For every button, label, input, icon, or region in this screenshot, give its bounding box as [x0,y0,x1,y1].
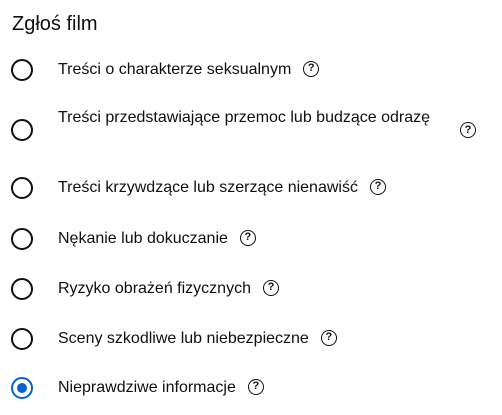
question-circle-icon[interactable]: ? [369,178,386,195]
radio-selected-dot [17,383,27,393]
option-label: Nękanie lub dokuczanie? [58,227,256,251]
question-circle-icon[interactable]: ? [460,122,476,138]
option-label: Treści przedstawiające przemoc lub budzą… [58,109,431,126]
question-circle-icon[interactable]: ? [262,279,279,296]
option-label-text: Treści krzywdzące lub szerzące nienawiść [58,179,358,196]
option-label: Treści krzywdzące lub szerzące nienawiść… [58,176,386,200]
report-option-physical-harm[interactable]: Ryzyko obrażeń fizycznych? [0,265,502,315]
report-option-harmful-dangerous[interactable]: Sceny szkodliwe lub niebezpieczne? [0,315,502,365]
option-label: Ryzyko obrażeń fizycznych? [58,277,279,301]
report-option-sexual-content[interactable]: Treści o charakterze seksualnym? [0,45,502,95]
radio-button[interactable] [11,177,33,199]
radio-button[interactable] [11,119,33,141]
radio-button-selected[interactable] [11,377,33,399]
report-option-violent-content[interactable]: Treści przedstawiające przemoc lub budzą… [0,95,502,165]
report-option-harassment[interactable]: Nękanie lub dokuczanie? [0,215,502,265]
option-label-text: Sceny szkodliwe lub niebezpieczne [58,330,309,347]
question-circle-icon[interactable]: ? [320,329,337,346]
question-circle-icon[interactable]: ? [247,378,264,395]
option-label: Sceny szkodliwe lub niebezpieczne? [58,327,337,351]
option-label-text: Nieprawdziwe informacje [58,379,236,396]
report-option-hateful-content[interactable]: Treści krzywdzące lub szerzące nienawiść… [0,165,502,215]
radio-button[interactable] [11,278,33,300]
dialog-title: Zgłoś film [12,13,98,35]
option-label: Treści o charakterze seksualnym? [58,58,320,82]
question-circle-icon[interactable]: ? [303,60,320,77]
option-label-text: Nękanie lub dokuczanie [58,230,228,247]
option-label-text: Ryzyko obrażeń fizycznych [58,280,251,297]
report-option-misinformation[interactable]: Nieprawdziwe informacje? [0,365,502,415]
radio-button[interactable] [11,59,33,81]
radio-button[interactable] [11,228,33,250]
option-label-text: Treści o charakterze seksualnym [58,61,292,78]
question-circle-icon[interactable]: ? [239,229,256,246]
option-label: Nieprawdziwe informacje? [58,376,264,400]
radio-button[interactable] [11,328,33,350]
